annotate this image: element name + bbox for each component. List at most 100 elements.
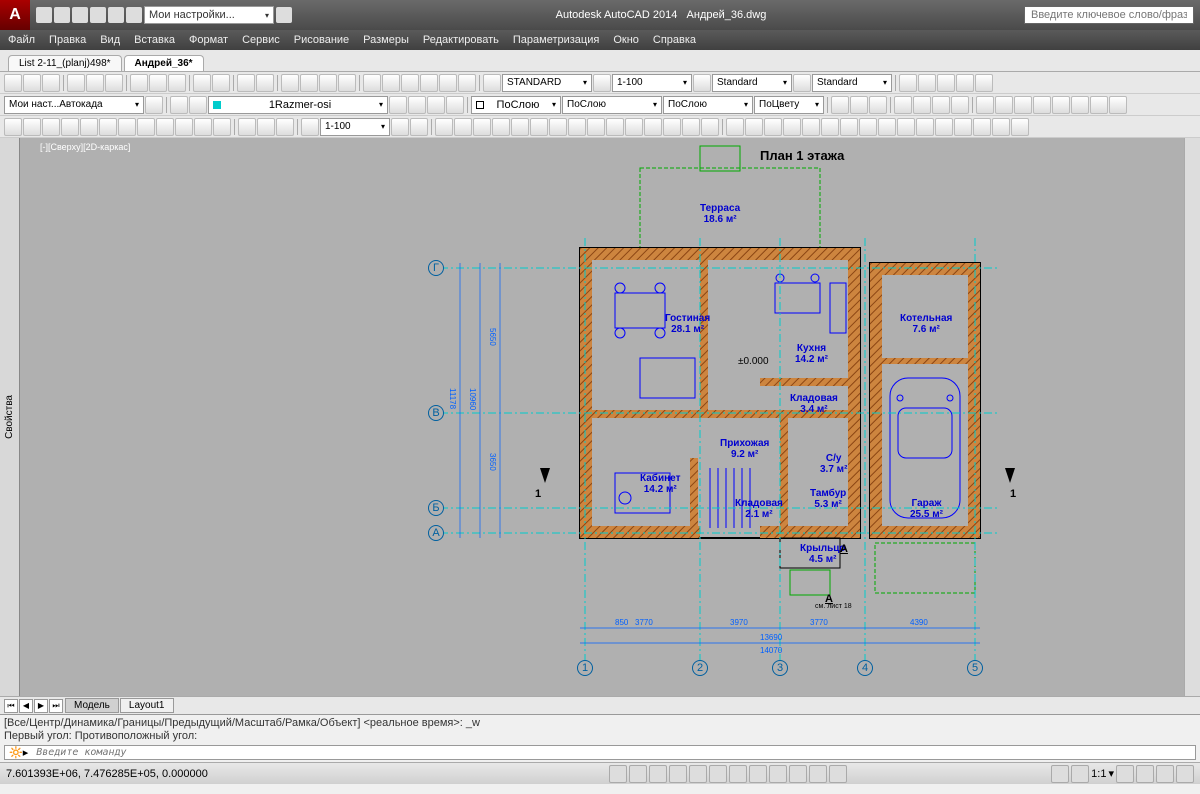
misc-5[interactable] [1052, 96, 1070, 114]
annotation-scale[interactable]: 1:1 [1091, 768, 1106, 780]
cut-button[interactable] [130, 74, 148, 92]
table-button[interactable] [194, 118, 212, 136]
tablestyle-button[interactable] [693, 74, 711, 92]
misc-6[interactable] [1071, 96, 1089, 114]
undo-icon[interactable] [90, 7, 106, 23]
menu-format[interactable]: Формат [189, 34, 228, 46]
xref4-button[interactable] [951, 96, 969, 114]
pan-button[interactable] [281, 74, 299, 92]
mtext-button[interactable] [213, 118, 231, 136]
lineweight-dropdown[interactable]: ПоСлою [663, 96, 753, 114]
osnap-per[interactable] [587, 118, 605, 136]
qat-more-icon[interactable] [276, 7, 292, 23]
layer-tool-1[interactable] [389, 96, 407, 114]
textstyle-dropdown[interactable]: STANDARD [502, 74, 592, 92]
sc-toggle[interactable] [829, 765, 847, 783]
rotate-button[interactable] [840, 118, 858, 136]
layer-tool-2[interactable] [408, 96, 426, 114]
menu-window[interactable]: Окно [613, 34, 639, 46]
osnap-mid[interactable] [454, 118, 472, 136]
anno-tool-2[interactable] [410, 118, 428, 136]
annoscale-button[interactable] [301, 118, 319, 136]
copy-button[interactable] [149, 74, 167, 92]
command-input[interactable] [32, 746, 1195, 759]
layout-tab-layout1[interactable]: Layout1 [120, 698, 174, 713]
layer-dropdown[interactable]: 1Razmer-osi [208, 96, 388, 114]
osnap-par[interactable] [663, 118, 681, 136]
offset-button[interactable] [783, 118, 801, 136]
otrack-toggle[interactable] [709, 765, 727, 783]
osnap-none[interactable] [682, 118, 700, 136]
model-toggle[interactable] [1051, 765, 1069, 783]
win-button[interactable] [899, 74, 917, 92]
zoom-window-button[interactable] [319, 74, 337, 92]
properties-palette-collapsed[interactable]: Свойства [0, 138, 20, 696]
xref2-button[interactable] [913, 96, 931, 114]
mlstyle-button[interactable] [793, 74, 811, 92]
open-button[interactable] [23, 74, 41, 92]
zoom-prev-button[interactable] [338, 74, 356, 92]
misc-3[interactable] [1014, 96, 1032, 114]
linetype-dropdown[interactable]: ПоСлою [562, 96, 662, 114]
arc-button[interactable] [61, 118, 79, 136]
osnap-toggle[interactable] [689, 765, 707, 783]
mlstyle-dropdown[interactable]: Standard [812, 74, 892, 92]
publish-button[interactable] [105, 74, 123, 92]
menu-edit[interactable]: Правка [49, 34, 86, 46]
tab-first-icon[interactable]: ⏮ [4, 699, 18, 713]
osnap-int[interactable] [530, 118, 548, 136]
misc-7[interactable] [1090, 96, 1108, 114]
osnap-node[interactable] [492, 118, 510, 136]
gear-icon[interactable] [145, 96, 163, 114]
dimstyle-dropdown[interactable]: 1-100 [612, 74, 692, 92]
osnap-tan[interactable] [606, 118, 624, 136]
tab-next-icon[interactable]: ▶ [34, 699, 48, 713]
workspace-dropdown[interactable]: Мои настройки... [144, 6, 274, 24]
print-icon[interactable] [126, 7, 142, 23]
redo-button[interactable] [256, 74, 274, 92]
circle-button[interactable] [42, 118, 60, 136]
lwt-toggle[interactable] [769, 765, 787, 783]
menu-parametric[interactable]: Параметризация [513, 34, 599, 46]
osnap-near[interactable] [625, 118, 643, 136]
misc-4[interactable] [1033, 96, 1051, 114]
lock-button[interactable] [956, 74, 974, 92]
osnap-end[interactable] [435, 118, 453, 136]
chamfer-button[interactable] [973, 118, 991, 136]
tablestyle-dropdown[interactable]: Standard [712, 74, 792, 92]
annovis-toggle[interactable] [1116, 765, 1134, 783]
move-button[interactable] [821, 118, 839, 136]
zoom-button[interactable] [300, 74, 318, 92]
ws-toggle[interactable] [1136, 765, 1154, 783]
scale-dropdown-icon[interactable]: ▾ [1108, 767, 1114, 780]
osnap-set[interactable] [701, 118, 719, 136]
xref-button[interactable] [894, 96, 912, 114]
layerstate-button[interactable] [189, 96, 207, 114]
array-button[interactable] [802, 118, 820, 136]
mirror-button[interactable] [764, 118, 782, 136]
block-create-button[interactable] [850, 96, 868, 114]
snap-toggle[interactable] [609, 765, 627, 783]
undo-button[interactable] [237, 74, 255, 92]
dc-button[interactable] [382, 74, 400, 92]
osnap-ext[interactable] [549, 118, 567, 136]
block-button[interactable] [212, 74, 230, 92]
dyn-toggle[interactable] [749, 765, 767, 783]
osnap-ins[interactable] [568, 118, 586, 136]
menu-modify[interactable]: Редактировать [423, 34, 499, 46]
markup-button[interactable] [439, 74, 457, 92]
open-icon[interactable] [54, 7, 70, 23]
block-edit-button[interactable] [869, 96, 887, 114]
close-button[interactable] [975, 74, 993, 92]
osnap-app[interactable] [644, 118, 662, 136]
ortho-toggle[interactable] [649, 765, 667, 783]
layerprops-button[interactable] [170, 96, 188, 114]
hw-toggle[interactable] [1156, 765, 1174, 783]
menu-file[interactable]: Файл [8, 34, 35, 46]
calc-button[interactable] [458, 74, 476, 92]
region-button[interactable] [175, 118, 193, 136]
new-button[interactable] [4, 74, 22, 92]
copy-obj-button[interactable] [745, 118, 763, 136]
area-button[interactable] [257, 118, 275, 136]
save-button[interactable] [42, 74, 60, 92]
